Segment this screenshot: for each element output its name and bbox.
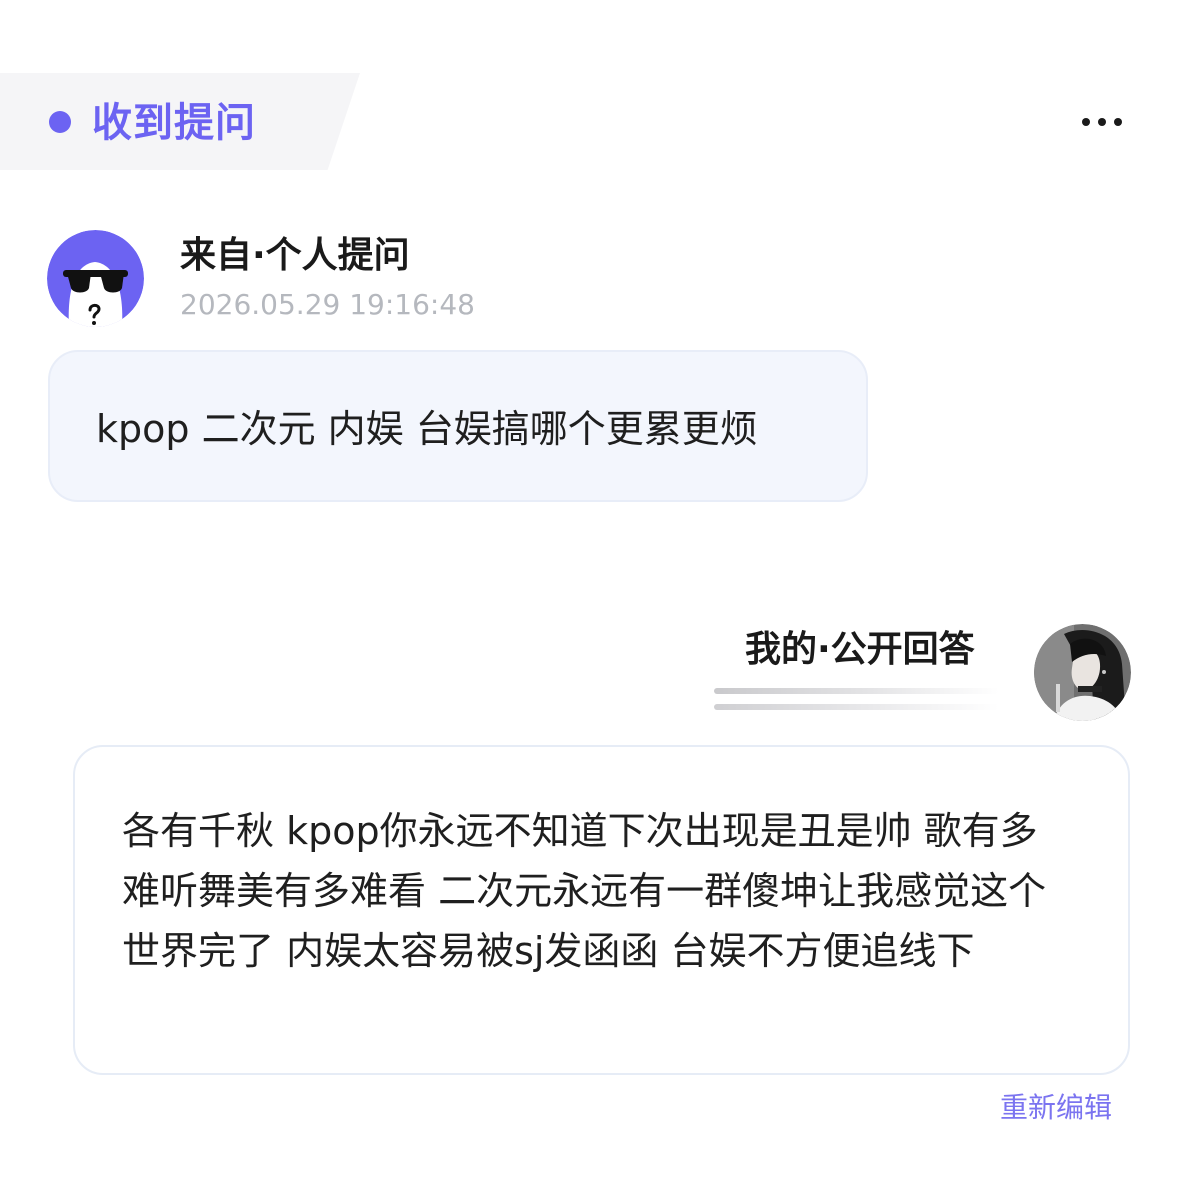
answerer-avatar[interactable] bbox=[1034, 624, 1131, 721]
blurred-placeholder bbox=[714, 704, 999, 710]
user-photo-avatar-icon bbox=[1034, 624, 1131, 721]
more-horizontal-icon bbox=[1098, 118, 1106, 126]
question-bubble: kpop 二次元 内娱 台娱搞哪个更累更烦 bbox=[48, 350, 868, 502]
answer-label: 我的·公开回答 bbox=[745, 629, 975, 670]
anonymous-sunglasses-avatar-icon bbox=[47, 230, 144, 327]
asker-avatar bbox=[47, 230, 144, 327]
answer-text: 各有千秋 kpop你永远不知道下次出现是丑是帅 歌有多难听舞美有多难看 二次元永… bbox=[122, 809, 1047, 973]
question-text: kpop 二次元 内娱 台娱搞哪个更累更烦 bbox=[96, 407, 758, 451]
re-edit-button[interactable]: 重新编辑 bbox=[1000, 1090, 1112, 1126]
page-title: 收到提问 bbox=[92, 100, 256, 146]
answer-bubble: 各有千秋 kpop你永远不知道下次出现是丑是帅 歌有多难听舞美有多难看 二次元永… bbox=[73, 745, 1130, 1075]
more-horizontal-icon bbox=[1082, 118, 1090, 126]
more-options-button[interactable] bbox=[1076, 104, 1128, 140]
question-timestamp: 2026.05.29 19:16:48 bbox=[180, 288, 475, 321]
blurred-placeholder bbox=[714, 688, 999, 694]
header-dot-icon bbox=[49, 111, 71, 133]
more-horizontal-icon bbox=[1114, 118, 1122, 126]
asker-label: 来自·个人提问 bbox=[180, 235, 410, 276]
